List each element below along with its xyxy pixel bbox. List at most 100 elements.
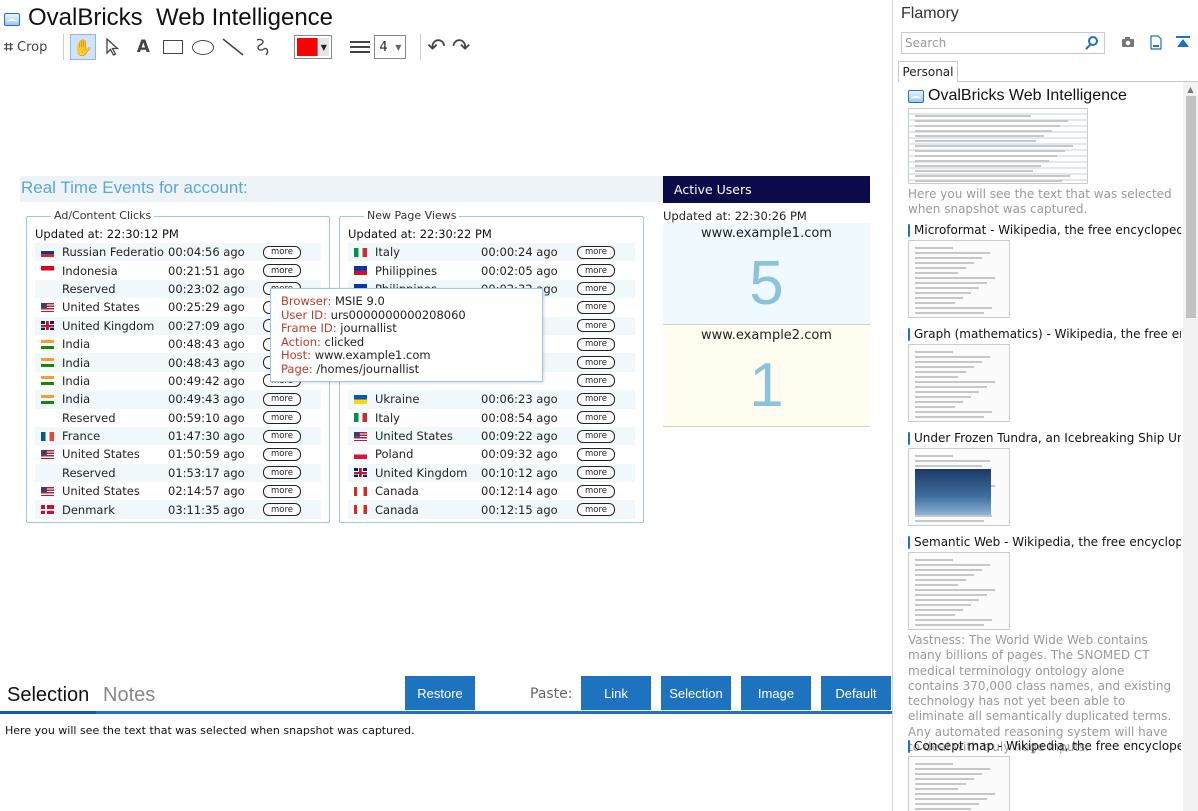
card-host: www.example1.com — [701, 226, 832, 241]
snapshot-entry[interactable]: Semantic Web - Wikipedia, the free encyc… — [908, 534, 1181, 755]
more-button[interactable]: more — [577, 484, 615, 498]
more-button[interactable]: more — [577, 356, 615, 370]
more-button[interactable]: more — [263, 429, 301, 443]
color-picker[interactable]: ▼ — [294, 35, 333, 59]
page-views-updated: Updated at: 22:30:22 PM — [348, 227, 492, 241]
restore-button[interactable]: Restore — [405, 676, 475, 710]
event-row: Canada 00:12:14 ago more — [348, 482, 635, 500]
more-button[interactable]: more — [263, 466, 301, 480]
paste-image-button[interactable]: Image — [741, 676, 811, 710]
more-button[interactable]: more — [263, 392, 301, 406]
event-country: India — [62, 392, 91, 407]
scroll-up-icon[interactable]: ▲ — [1183, 82, 1198, 96]
entry-thumbnail[interactable] — [908, 240, 1010, 318]
event-row: United Kingdom 00:10:12 ago more — [348, 463, 635, 483]
event-country: India — [62, 373, 91, 388]
more-button[interactable]: more — [577, 264, 615, 278]
event-time: 00:09:32 ago — [481, 447, 558, 462]
entry-title: Concept map - Wikipedia, the free encycl… — [914, 739, 1181, 753]
chevron-down-icon: ▼ — [317, 38, 330, 56]
entry-thumbnail[interactable] — [908, 552, 1010, 630]
more-button[interactable]: more — [577, 411, 615, 425]
flag-icon — [41, 505, 54, 515]
more-button[interactable]: more — [577, 245, 615, 259]
search-input[interactable] — [902, 34, 1082, 52]
event-time: 02:14:57 ago — [168, 484, 245, 499]
line-tool-button[interactable] — [220, 34, 246, 60]
event-time: 00:12:15 ago — [481, 502, 558, 517]
snapshot-entry[interactable]: Concept map - Wikipedia, the free encycl… — [908, 738, 1181, 811]
more-button[interactable]: more — [263, 411, 301, 425]
paste-label: Paste: — [530, 686, 573, 702]
more-button[interactable]: more — [577, 374, 615, 388]
collapse-top-icon[interactable] — [1175, 34, 1191, 50]
active-users-header: Active Users — [663, 176, 870, 203]
more-button[interactable]: more — [263, 503, 301, 517]
entry-thumbnail[interactable] — [908, 756, 1010, 811]
more-button[interactable]: more — [577, 392, 615, 406]
paste-default-button[interactable]: Default — [821, 676, 891, 710]
more-button[interactable]: more — [263, 264, 301, 278]
more-button[interactable]: more — [577, 447, 615, 461]
paste-link-button[interactable]: Link — [581, 676, 651, 710]
more-button[interactable]: more — [577, 319, 615, 333]
more-button[interactable]: more — [577, 300, 615, 314]
tab-divider — [958, 81, 1198, 82]
event-time: 00:59:10 ago — [168, 410, 245, 425]
more-button[interactable]: more — [577, 337, 615, 351]
text-tool-button[interactable]: A — [130, 34, 156, 60]
snapshot-entry[interactable]: Graph (mathematics) - Wikipedia, the fre… — [908, 326, 1181, 422]
event-row: United States 02:14:57 ago more — [35, 482, 321, 500]
flag-icon — [354, 394, 367, 404]
camera-icon[interactable] — [1120, 34, 1136, 50]
event-country: Canada — [375, 502, 419, 517]
tooltip-action: Action: clicked — [281, 334, 365, 349]
snapshot-entry[interactable]: Under Frozen Tundra, an Icebreaking Ship… — [908, 430, 1181, 526]
snapshot-image: Real Time Events for account: Ad/Content… — [20, 176, 870, 554]
scroll-thumb[interactable] — [1186, 96, 1196, 318]
sidebar-scrollbar[interactable]: ▲ — [1183, 82, 1198, 811]
search-icon[interactable] — [1088, 36, 1098, 46]
more-button[interactable]: more — [577, 429, 615, 443]
more-button[interactable]: more — [263, 447, 301, 461]
event-time: 03:11:35 ago — [168, 502, 245, 517]
tab-personal[interactable]: Personal — [898, 61, 958, 82]
more-button[interactable]: more — [263, 245, 301, 259]
select-tool-button[interactable] — [100, 34, 126, 60]
event-row: Reserved 01:53:17 ago more — [35, 463, 321, 483]
ellipse-tool-button[interactable] — [190, 34, 216, 60]
snapshot-header: Real Time Events for account: — [20, 176, 663, 202]
more-button[interactable]: more — [577, 282, 615, 296]
tooltip-page: Page: /homes/journallist — [281, 361, 420, 376]
active-users-card: www.example1.com 5 — [663, 223, 870, 325]
flag-icon — [41, 486, 54, 496]
line-width-select[interactable]: 4 ▼ — [374, 35, 407, 59]
entry-thumbnail[interactable] — [908, 108, 1088, 184]
snapshot-entry[interactable]: Microformat - Wikipedia, the free encycl… — [908, 222, 1181, 318]
flag-icon — [354, 468, 367, 478]
event-time: 00:27:09 ago — [168, 318, 245, 333]
entry-thumbnail[interactable] — [908, 448, 1010, 526]
snapshot-entry[interactable]: OvalBricks Web Intelligence Here you wil… — [908, 86, 1181, 218]
redo-icon[interactable]: ↷ — [452, 35, 470, 60]
editor-pane: OvalBricks Web Intelligence ⌗ Crop ✋ A ▼… — [0, 0, 893, 811]
event-country: Canada — [375, 484, 419, 499]
tab-notes[interactable]: Notes — [103, 684, 155, 707]
undo-icon[interactable]: ↶ — [427, 35, 445, 60]
more-button[interactable]: more — [577, 466, 615, 480]
crop-button[interactable]: ⌗ Crop — [4, 34, 47, 60]
document-icon[interactable] — [1148, 34, 1164, 50]
selection-text-area[interactable]: Here you will see the text that was sele… — [5, 724, 415, 737]
more-button[interactable]: more — [577, 503, 615, 517]
app-logo-icon — [908, 327, 910, 341]
flag-icon — [41, 339, 54, 349]
snapshot-list: OvalBricks Web Intelligence Here you wil… — [908, 86, 1181, 811]
entry-thumbnail[interactable] — [908, 344, 1010, 422]
hand-tool-button[interactable]: ✋ — [70, 34, 97, 60]
paste-selection-button[interactable]: Selection — [661, 676, 731, 710]
entry-title-row: OvalBricks Web Intelligence — [908, 86, 1181, 106]
freehand-tool-button[interactable] — [250, 34, 276, 60]
tab-selection[interactable]: Selection — [7, 684, 89, 707]
more-button[interactable]: more — [263, 484, 301, 498]
rectangle-tool-button[interactable] — [160, 34, 186, 60]
